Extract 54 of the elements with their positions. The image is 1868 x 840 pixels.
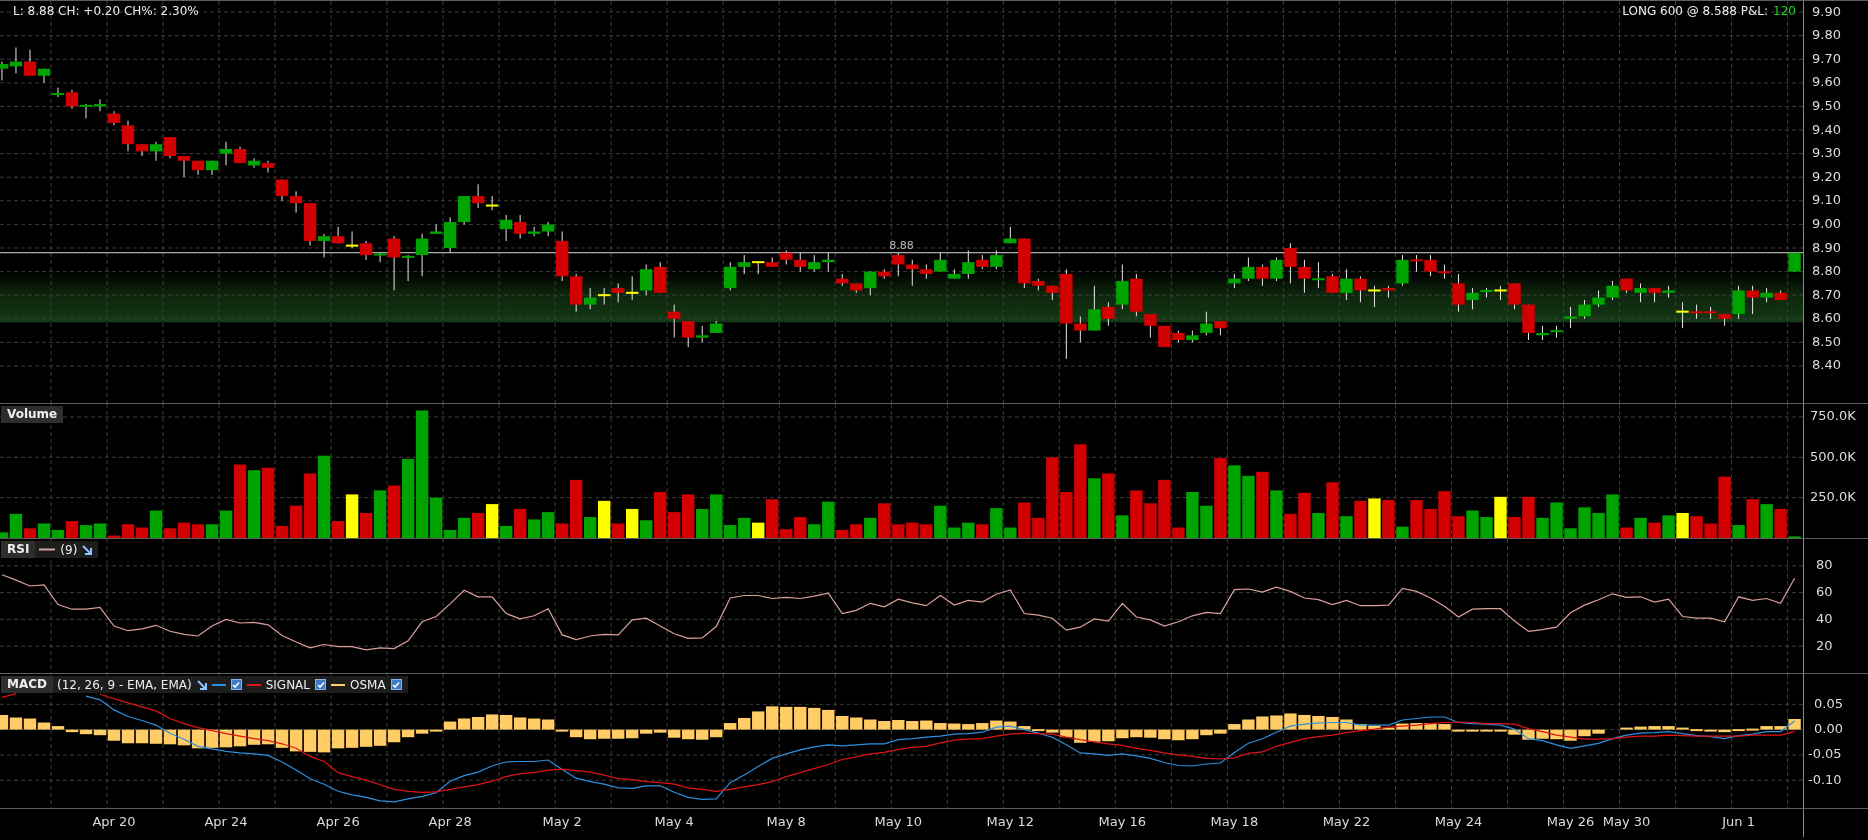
rsi-axis-label: 20	[1816, 637, 1833, 653]
date-label: Apr 28	[428, 814, 472, 829]
volume-axis-label: 750.0K	[1810, 408, 1856, 424]
price-axis-label: 8.80	[1812, 263, 1841, 279]
price-axis-label: 8.40	[1812, 357, 1841, 373]
price-axis-label: 8.50	[1812, 333, 1841, 349]
macd-axis-label: -0.10	[1808, 771, 1842, 787]
volume-axis-label: 500.0K	[1810, 448, 1856, 464]
date-label: Apr 26	[316, 814, 360, 829]
macd-label: MACD	[1, 676, 53, 693]
rsi-axis-label: 60	[1816, 584, 1833, 600]
legend-label: OSMA	[350, 677, 386, 692]
macd-axis-label: 0.05	[1814, 695, 1843, 711]
price-axis-label: 8.70	[1812, 286, 1841, 302]
price-axis-label: 9.10	[1812, 192, 1841, 208]
price-axis-label: 9.70	[1812, 50, 1841, 66]
price-axis-label: 9.40	[1812, 121, 1841, 137]
price-axis-label: 9.20	[1812, 168, 1841, 184]
date-label: May 24	[1434, 814, 1483, 829]
date-label: May 22	[1322, 814, 1371, 829]
date-label: May 16	[1098, 814, 1147, 829]
date-label: Apr 20	[92, 814, 136, 829]
macd-axis-label: -0.05	[1808, 746, 1842, 762]
date-label: May 18	[1210, 814, 1259, 829]
price-axis-label: 9.50	[1812, 97, 1841, 113]
macd-parameters: (12, 26, 9 - EMA, EMA)	[57, 677, 192, 692]
legend-label: SIGNAL	[265, 677, 310, 692]
rsi-period: (9)	[60, 542, 78, 557]
rsi-axis-label: 80	[1816, 557, 1833, 573]
price-axis-label: 9.80	[1812, 27, 1841, 43]
volume-axis-label: 250.0K	[1810, 489, 1856, 505]
date-label: May 26	[1546, 814, 1595, 829]
rsi-label: RSI	[1, 541, 36, 558]
price-axis-label: 9.90	[1812, 3, 1841, 19]
price-axis-label: 8.90	[1812, 239, 1841, 255]
macd-axis-label: 0.00	[1814, 721, 1843, 737]
price-axis-label: 9.00	[1812, 215, 1841, 231]
date-label: May 8	[766, 814, 806, 829]
date-label: May 10	[874, 814, 923, 829]
price-axis-label: 9.60	[1812, 74, 1841, 90]
pnl-value: 120	[1773, 4, 1796, 18]
date-label: May 12	[986, 814, 1035, 829]
date-label: Jun 1	[1722, 814, 1755, 829]
date-label: May 2	[542, 814, 582, 829]
position-summary: LONG 600 @ 8.588 P&L:	[1622, 4, 1769, 18]
rsi-axis-label: 40	[1816, 610, 1833, 626]
date-label: May 4	[654, 814, 694, 829]
price-axis-label: 8.60	[1812, 310, 1841, 326]
price-line-label: 8.88	[889, 238, 914, 252]
date-label: Apr 24	[204, 814, 248, 829]
volume-label: Volume	[1, 406, 64, 423]
price-axis-label: 9.30	[1812, 145, 1841, 161]
quote-summary: L: 8.88 CH: +0.20 CH%: 2.30%	[13, 4, 199, 18]
date-label: May 30	[1602, 814, 1651, 829]
